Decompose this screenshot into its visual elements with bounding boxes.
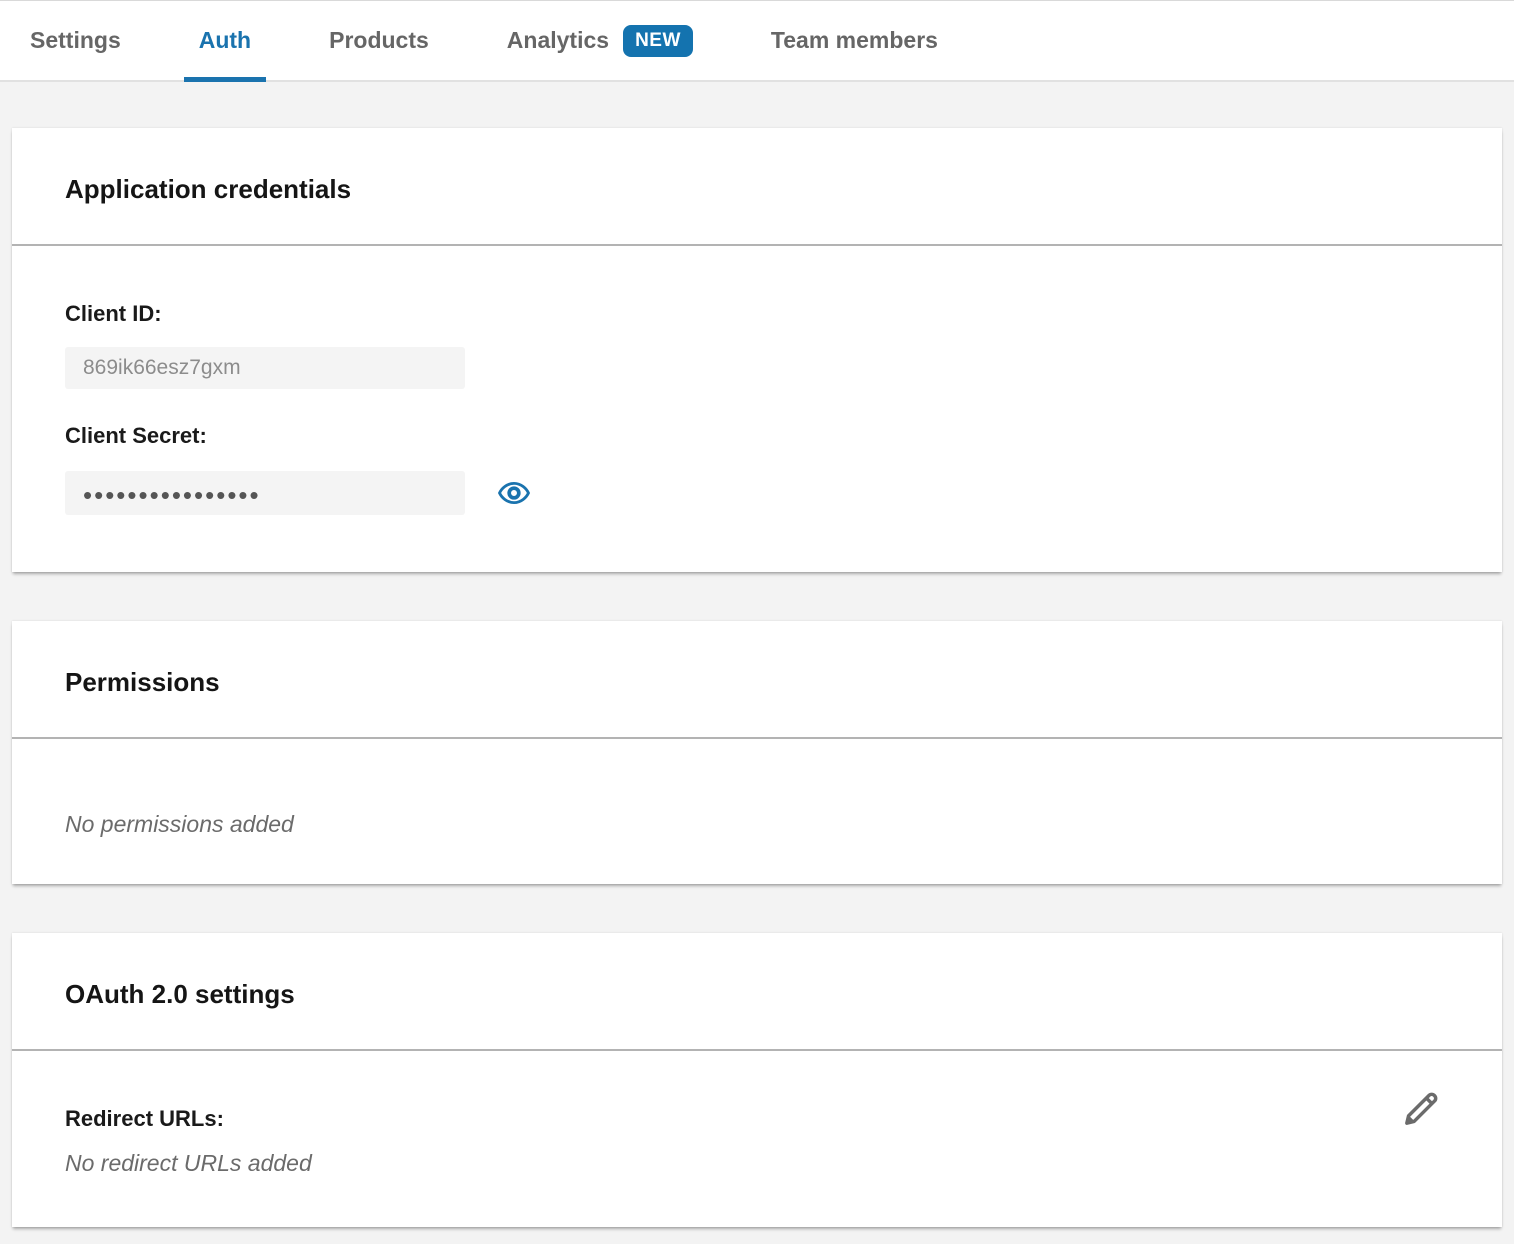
new-badge: NEW [623, 25, 693, 57]
tab-bar: Settings Auth Products Analytics NEW Tea… [0, 0, 1514, 82]
application-credentials-header: Application credentials [12, 128, 1502, 244]
tab-products[interactable]: Products [314, 1, 444, 80]
application-credentials-body: Client ID: 869ik66esz7gxm Client Secret:… [12, 246, 1502, 572]
tab-auth-label: Auth [199, 27, 251, 54]
pencil-icon [1398, 1086, 1444, 1132]
permissions-header: Permissions [12, 621, 1502, 737]
tab-analytics-label: Analytics [507, 27, 609, 54]
oauth-settings-body: Redirect URLs: No redirect URLs added [12, 1051, 1502, 1227]
tab-team-members[interactable]: Team members [756, 1, 953, 80]
tab-products-label: Products [329, 27, 429, 54]
application-credentials-card: Application credentials Client ID: 869ik… [12, 128, 1502, 572]
tab-settings[interactable]: Settings [15, 1, 136, 80]
client-secret-field[interactable]: •••••••••••••••• [65, 471, 465, 515]
application-credentials-title: Application credentials [65, 174, 1449, 204]
permissions-body: No permissions added [12, 739, 1502, 884]
oauth-settings-card: OAuth 2.0 settings Redirect URLs: No red… [12, 933, 1502, 1227]
client-secret-masked-value: •••••••••••••••• [83, 482, 261, 508]
oauth-settings-header: OAuth 2.0 settings [12, 933, 1502, 1049]
edit-redirect-urls-button[interactable] [1398, 1085, 1444, 1133]
tab-auth[interactable]: Auth [184, 1, 266, 80]
tab-analytics[interactable]: Analytics NEW [492, 1, 708, 80]
eye-icon [497, 476, 531, 510]
redirect-urls-empty-text: No redirect URLs added [65, 1150, 1449, 1177]
client-secret-row: •••••••••••••••• [65, 471, 1449, 515]
client-id-value: 869ik66esz7gxm [83, 356, 241, 380]
reveal-secret-button[interactable] [497, 476, 531, 510]
tab-settings-label: Settings [30, 27, 121, 54]
tab-team-members-label: Team members [771, 27, 938, 54]
client-id-label: Client ID: [65, 301, 1449, 327]
page-content: Application credentials Client ID: 869ik… [0, 82, 1514, 1227]
permissions-empty-text: No permissions added [65, 811, 1449, 838]
active-tab-underline [184, 77, 266, 82]
client-secret-label: Client Secret: [65, 423, 1449, 449]
oauth-settings-title: OAuth 2.0 settings [65, 979, 1449, 1009]
redirect-urls-label: Redirect URLs: [65, 1106, 1449, 1132]
client-id-field[interactable]: 869ik66esz7gxm [65, 347, 465, 389]
permissions-card: Permissions No permissions added [12, 621, 1502, 884]
permissions-title: Permissions [65, 667, 1449, 697]
